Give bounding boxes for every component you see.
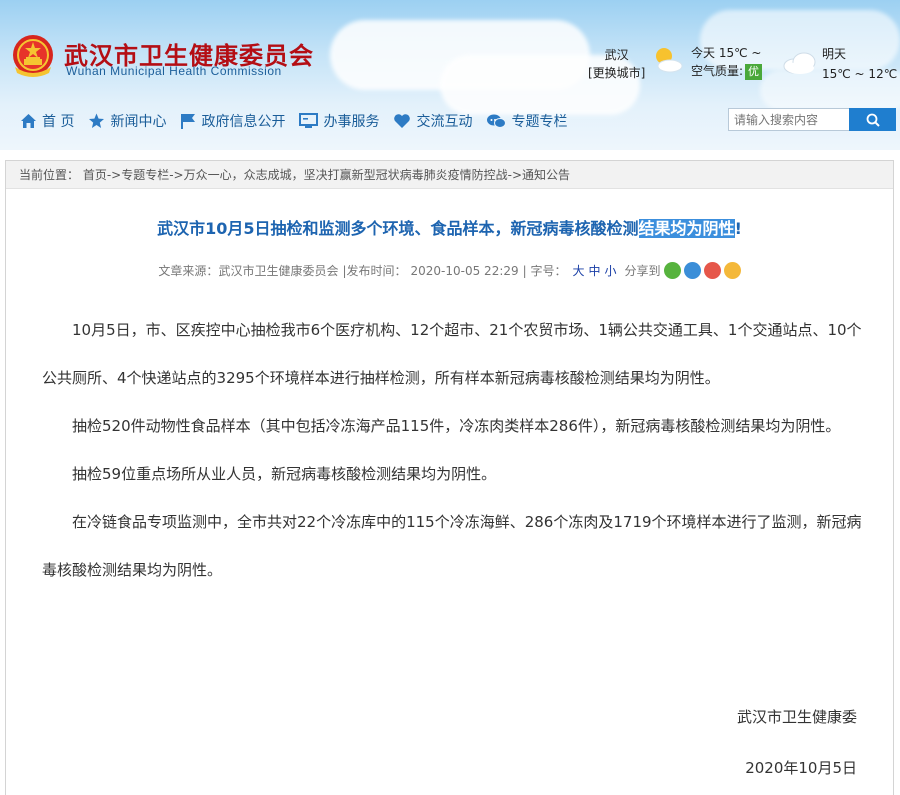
search-input[interactable] bbox=[728, 108, 850, 131]
font-size-small[interactable]: 小 bbox=[605, 262, 617, 279]
home-icon bbox=[21, 114, 36, 128]
wechat-share-icon[interactable] bbox=[663, 262, 681, 279]
article-body: 10月5日，市、区疾控中心抽检我市6个医疗机构、12个超市、21个农贸市场、1辆… bbox=[42, 306, 862, 594]
article-container: 当前位置： 首页->专题专栏->万众一心，众志成城，坚决打赢新型冠状病毒肺炎疫情… bbox=[5, 160, 894, 795]
article-paragraph: 在冷链食品专项监测中，全市共对22个冷冻库中的115个冷冻海鲜、286个冻肉及1… bbox=[42, 513, 862, 579]
article-paragraph: 抽检520件动物性食品样本（其中包括冷冻海产品115件，冷冻肉类样本286件），… bbox=[72, 417, 841, 435]
nav-label: 首 页 bbox=[42, 114, 75, 130]
font-size-large[interactable]: 大 bbox=[573, 262, 585, 279]
signature-org: 武汉市卫生健康委 bbox=[736, 708, 857, 726]
nav-label: 新闻中心 bbox=[110, 114, 167, 130]
nav-label: 专题专栏 bbox=[511, 114, 568, 130]
breadcrumb-path[interactable]: 首页->专题专栏->万众一心，众志成城，坚决打赢新型冠状病毒肺炎疫情防控战->通… bbox=[83, 168, 570, 182]
tomorrow-temp: 15℃ ~ 12℃ bbox=[822, 67, 898, 81]
nav-item-gov-info[interactable]: 政府信息公开 bbox=[180, 111, 285, 131]
fontsize-label: | 字号： bbox=[522, 264, 567, 278]
nav-item-services[interactable]: 办事服务 bbox=[299, 111, 379, 131]
weather-today: 今天 15℃ ~ 空气质量: 优 bbox=[691, 44, 763, 80]
city-name: 武汉 bbox=[604, 48, 629, 62]
publish-date: 2020-10-05 22:29 bbox=[410, 263, 519, 278]
article-meta: 文章来源： 武汉市卫生健康委员会 |发布时间： 2020-10-05 22:29… bbox=[6, 262, 893, 279]
breadcrumb: 当前位置： 首页->专题专栏->万众一心，众志成城，坚决打赢新型冠状病毒肺炎疫情… bbox=[6, 161, 893, 189]
source-value: 武汉市卫生健康委员会 bbox=[218, 264, 339, 278]
nav-item-news[interactable]: 新闻中心 bbox=[88, 111, 166, 131]
nav-label: 办事服务 bbox=[323, 114, 380, 130]
breadcrumb-label: 当前位置： bbox=[19, 168, 80, 182]
weather-city: 武汉 [更换城市] bbox=[588, 46, 645, 82]
signature-date: 2020年10月5日 bbox=[745, 759, 857, 777]
nav-label: 交流互动 bbox=[416, 114, 473, 130]
main-nav: 首 页 新闻中心 政府信息公开 办事服务 交流互动 专题专栏 bbox=[0, 108, 581, 134]
site-subtitle: Wuhan Municipal Health Commission bbox=[66, 64, 282, 78]
weather-tomorrow: 明天 15℃ ~ 12℃ bbox=[822, 44, 897, 84]
site-header: 武汉市卫生健康委员会 Wuhan Municipal Health Commis… bbox=[0, 0, 900, 150]
monitor-icon bbox=[299, 113, 319, 128]
article-title-end: ! bbox=[734, 219, 742, 238]
search-button[interactable] bbox=[849, 108, 896, 131]
cloudy-icon bbox=[783, 52, 816, 74]
today-label: 今天 bbox=[691, 46, 716, 60]
nav-item-interaction[interactable]: 交流互动 bbox=[393, 111, 472, 131]
weibo-share-icon[interactable] bbox=[703, 262, 721, 279]
chat-icon bbox=[487, 114, 507, 128]
share-label: 分享到 bbox=[624, 264, 661, 278]
font-size-medium[interactable]: 中 bbox=[589, 262, 601, 279]
national-emblem-logo bbox=[13, 35, 53, 77]
tomorrow-label: 明天 bbox=[822, 47, 847, 61]
nav-label: 政府信息公开 bbox=[201, 114, 286, 130]
date-label: |发布时间： bbox=[342, 264, 407, 278]
heart-icon bbox=[394, 114, 411, 128]
change-city-link[interactable]: [更换城市] bbox=[588, 64, 645, 82]
article-title: 武汉市10月5日抽检和监测多个环境、食品样本，新冠病毒核酸检测结果均为阴性! bbox=[6, 215, 893, 239]
article-paragraph: 10月5日，市、区疾控中心抽检我市6个医疗机构、12个超市、21个农贸市场、1辆… bbox=[42, 321, 862, 387]
air-quality-label: 空气质量: bbox=[691, 64, 744, 78]
qzone-share-icon[interactable] bbox=[723, 262, 741, 279]
article-paragraph: 抽检59位重点场所从业人员，新冠病毒核酸检测结果均为阴性。 bbox=[72, 465, 497, 483]
search-icon bbox=[866, 113, 880, 127]
flag-icon bbox=[181, 113, 196, 129]
today-temp: 15℃ ~ bbox=[718, 46, 762, 60]
article-title-main: 武汉市10月5日抽检和监测多个环境、食品样本，新冠病毒核酸检测 bbox=[157, 219, 639, 238]
sunny-cloudy-icon bbox=[656, 48, 683, 73]
article-title-highlight: 结果均为阴性 bbox=[638, 219, 735, 238]
nav-item-home[interactable]: 首 页 bbox=[20, 111, 74, 131]
source-label: 文章来源： bbox=[158, 264, 219, 278]
air-quality-badge: 优 bbox=[745, 64, 763, 80]
star-icon bbox=[89, 113, 105, 128]
nav-item-topics[interactable]: 专题专栏 bbox=[486, 111, 567, 131]
qq-share-icon[interactable] bbox=[683, 262, 701, 279]
